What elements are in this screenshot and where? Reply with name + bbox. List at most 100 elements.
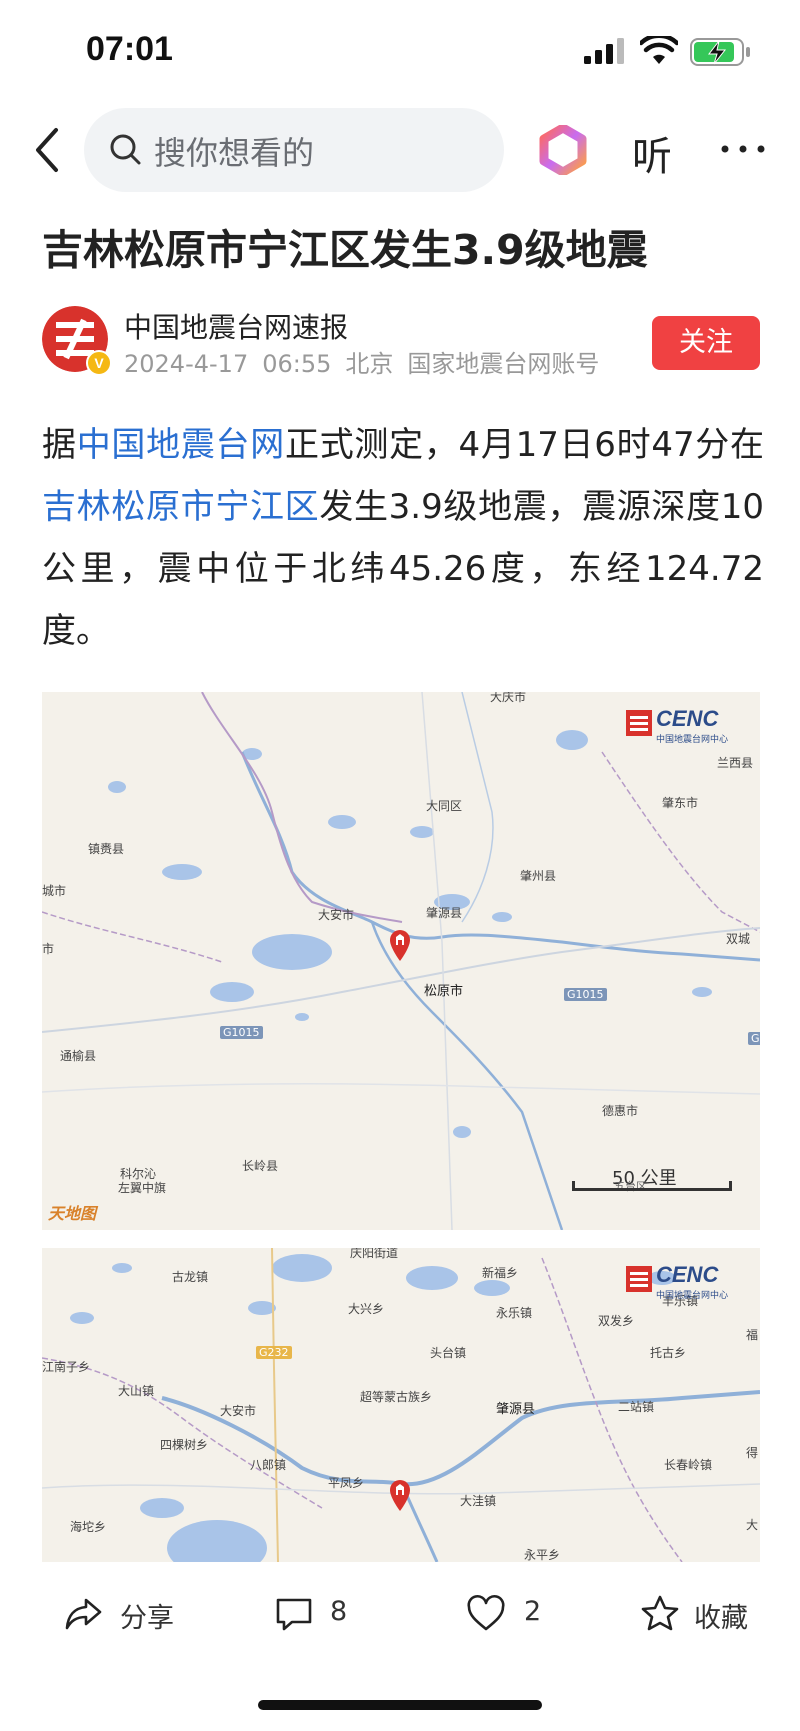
listen-button[interactable]: 听 <box>632 124 672 182</box>
map2-label-hailong: 海坨乡 <box>70 1520 107 1534</box>
wifi-icon <box>640 36 678 64</box>
status-bar: 07:01 <box>0 0 800 100</box>
road-label-g1015-west: G1015 <box>220 1026 263 1039</box>
cenc-watermark-detail-subtitle: 中国地震台网中心 <box>656 1291 729 1301</box>
epicenter-pin-icon[interactable] <box>388 928 412 962</box>
map2-label-chaodeng: 超等蒙古族乡 <box>360 1390 433 1404</box>
comment-count: 8 <box>330 1596 348 1627</box>
map-label-changling: 长岭县 <box>242 1159 279 1173</box>
post-time: 06:55 <box>262 350 332 378</box>
epicenter-map-detail[interactable]: 庆阳街道 古龙镇 新福乡 丰乐镇 大兴乡 永乐镇 双发乡 福 G232 头台镇 … <box>42 1248 760 1562</box>
body-text-2: 正式测定，4月17日6时47分在 <box>284 425 765 465</box>
epicenter-map-regional[interactable]: 大庆市 兰西县 大同区 肇东市 镇赉县 肇州县 城市 大安市 肇源县 双城 市 … <box>42 692 760 1230</box>
map-label-daqing: 大庆市 <box>490 692 527 704</box>
map2-label-xinfu: 新福乡 <box>482 1266 519 1280</box>
map-label-zuoyi: 左翼中旗 <box>118 1181 167 1195</box>
map-label-zhaodong: 肇东市 <box>662 796 699 810</box>
star-icon <box>641 1595 679 1631</box>
map-label-songyuan: 松原市 <box>424 984 464 999</box>
favorite-button[interactable]: 收藏 <box>640 1590 770 1638</box>
map-label-datong: 大同区 <box>426 799 463 813</box>
map2-label-tuogu: 托古乡 <box>650 1346 687 1360</box>
post-meta: 2024-4-17 06:55 北京 国家地震台网账号 <box>124 344 613 379</box>
map-label-shuangcheng: 双城 <box>726 932 751 946</box>
map2-label-sikeshu: 四棵树乡 <box>160 1438 209 1452</box>
map-label-tongyu: 通榆县 <box>60 1049 97 1063</box>
status-time: 07:01 <box>86 30 173 68</box>
favorite-label: 收藏 <box>694 1603 748 1634</box>
map2-label-da: 大 <box>746 1518 759 1532</box>
map2-label-daxing: 大兴乡 <box>348 1302 385 1316</box>
share-button[interactable]: 分享 <box>64 1590 184 1638</box>
article-title: 吉林松原市宁江区发生3.9级地震 <box>42 226 648 274</box>
app-logo-icon[interactable] <box>538 125 588 175</box>
road-label-g-edge: G <box>748 1032 760 1045</box>
comment-button[interactable]: 8 <box>274 1590 374 1638</box>
map2-label-yongping: 永平乡 <box>524 1548 561 1562</box>
road-label-g1015-east: G1015 <box>564 988 607 1001</box>
map-label-lanxi: 兰西县 <box>717 756 754 770</box>
map2-label-de: 得 <box>746 1446 759 1460</box>
post-date: 2024-4-17 <box>124 350 249 378</box>
cenc-watermark: CENC 中国地震台网中心 <box>626 706 746 746</box>
map-label-zhenlai: 镇赉县 <box>88 842 125 856</box>
top-nav-bar: 搜你想看的 听 <box>0 108 800 192</box>
map2-label-zhaoyuan: 肇源县 <box>496 1402 536 1417</box>
cenc-watermark-subtitle: 中国地震台网中心 <box>656 735 729 745</box>
map-scale-bar: 50 公里 五台区 <box>572 1164 732 1194</box>
map-label-shi: 市 <box>42 942 55 956</box>
road-label-g232: G232 <box>256 1346 292 1359</box>
cellular-signal-icon <box>584 38 624 64</box>
map2-label-balang: 八郎镇 <box>250 1458 287 1472</box>
map-label-wutai: 五台区 <box>614 1180 647 1193</box>
home-indicator[interactable] <box>258 1700 542 1710</box>
body-text-1: 据 <box>42 425 77 465</box>
like-count: 2 <box>524 1596 542 1627</box>
link-location[interactable]: 吉林松原市宁江区 <box>42 487 319 527</box>
map2-label-daan: 大安市 <box>220 1404 257 1418</box>
map-label-daan: 大安市 <box>318 908 355 922</box>
more-options-icon[interactable] <box>720 134 766 164</box>
tianditu-logo: 天地图 <box>48 1204 97 1223</box>
map2-label-changchunling: 长春岭镇 <box>664 1458 713 1472</box>
back-arrow-icon[interactable] <box>30 124 66 176</box>
account-type: 国家地震台网账号 <box>407 350 600 378</box>
map2-label-yongle: 永乐镇 <box>496 1306 533 1320</box>
battery-charging-icon <box>690 38 750 66</box>
search-icon <box>110 134 141 165</box>
verified-badge: V <box>86 350 112 376</box>
follow-button[interactable]: 关注 <box>652 316 760 370</box>
map2-label-pingfeng: 平凤乡 <box>328 1476 365 1490</box>
search-placeholder: 搜你想看的 <box>154 134 315 172</box>
share-icon <box>65 1598 102 1630</box>
cenc-watermark-detail-title: CENC <box>656 1262 719 1287</box>
comment-icon <box>276 1598 312 1631</box>
map2-label-fu: 福 <box>746 1328 759 1342</box>
cenc-watermark-title: CENC <box>656 706 719 731</box>
share-label: 分享 <box>120 1603 174 1634</box>
heart-icon <box>467 1594 505 1631</box>
map2-label-erzhan: 二站镇 <box>618 1400 655 1414</box>
map2-label-dashan: 大山镇 <box>118 1384 155 1398</box>
like-button[interactable]: 2 <box>466 1590 566 1638</box>
map-label-chengshi: 城市 <box>42 884 67 898</box>
map2-label-shuangfa: 双发乡 <box>598 1314 635 1328</box>
map-label-zhaozhou: 肇州县 <box>520 869 557 883</box>
bottom-action-bar: 分享 8 2 收藏 <box>0 1578 800 1650</box>
map2-label-toutai: 头台镇 <box>430 1346 467 1360</box>
map-label-dehui: 德惠市 <box>602 1104 639 1118</box>
search-input[interactable]: 搜你想看的 <box>84 108 504 192</box>
cenc-logo-detail-icon <box>626 1266 652 1292</box>
epicenter-pin-detail-icon[interactable] <box>388 1478 412 1512</box>
map2-label-qingshan: 庆阳街道 <box>350 1248 399 1260</box>
post-location: 北京 <box>345 350 394 378</box>
cenc-watermark-detail: CENC 中国地震台网中心 <box>626 1262 746 1302</box>
map2-label-jiangnan: 江南子乡 <box>42 1360 91 1374</box>
map2-label-dawa: 大洼镇 <box>460 1494 497 1508</box>
map2-label-gulong: 古龙镇 <box>172 1270 209 1284</box>
map-label-zhaoyuan: 肇源县 <box>426 906 463 920</box>
cenc-logo-icon <box>626 710 652 736</box>
link-cenc[interactable]: 中国地震台网 <box>77 425 285 465</box>
article-body: 据中国地震台网正式测定，4月17日6时47分在吉林松原市宁江区发生3.9级地震，… <box>42 414 764 662</box>
author-name[interactable]: 中国地震台网速报 <box>124 306 348 346</box>
